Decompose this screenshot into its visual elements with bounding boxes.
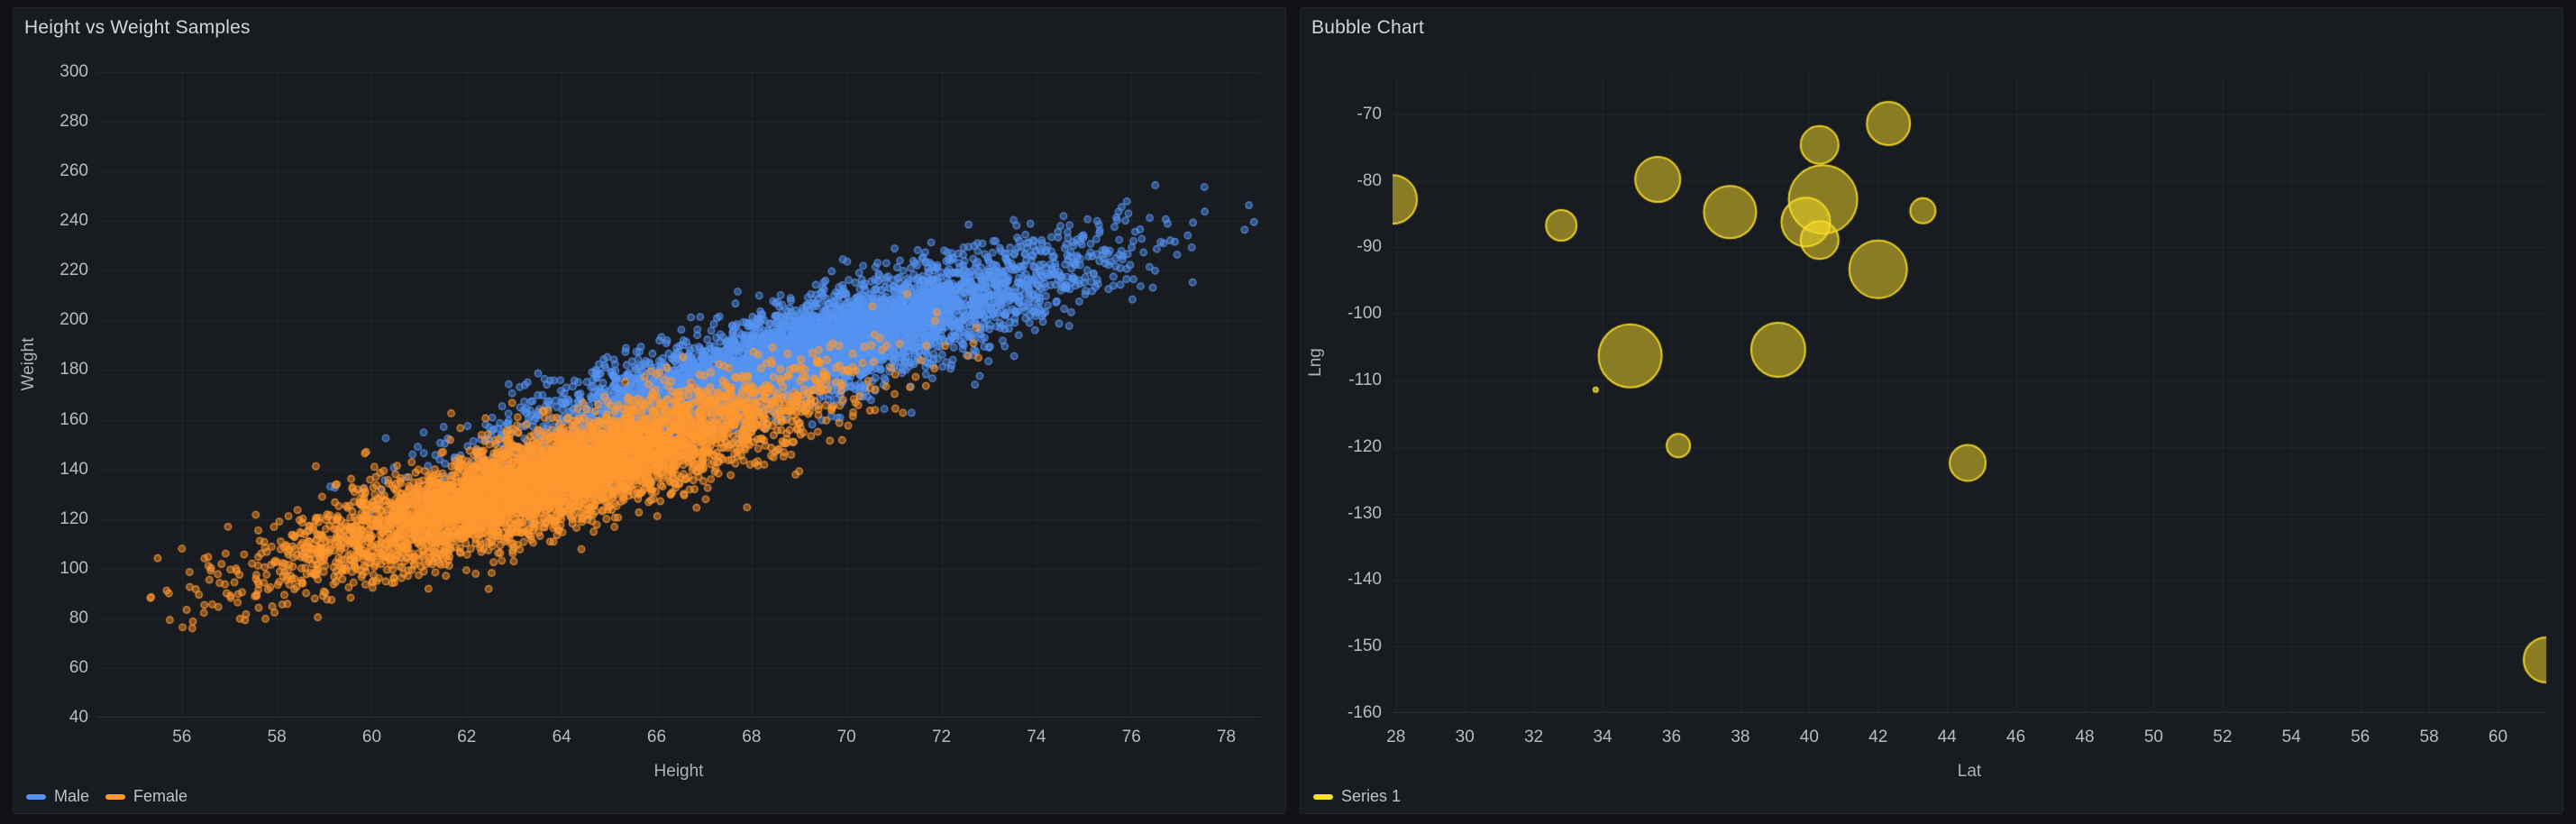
- y-tick-label: 100: [14, 559, 88, 579]
- legend-item-series1[interactable]: Series 1: [1313, 787, 1401, 806]
- x-tick-label: 40: [1800, 728, 1819, 747]
- x-tick-label: 58: [2420, 728, 2439, 747]
- x-tick-label: 64: [553, 728, 571, 747]
- x-tick-label: 38: [1731, 728, 1749, 747]
- x-tick-label: 50: [2144, 728, 2163, 747]
- panel-title: Height vs Weight Samples: [24, 17, 251, 39]
- scatter-plot-canvas[interactable]: [96, 72, 1261, 718]
- x-tick-label: 68: [742, 728, 761, 747]
- male-series-marker: [26, 794, 46, 800]
- y-tick-label: 200: [14, 310, 88, 330]
- x-tick-label: 42: [1868, 728, 1887, 747]
- y-tick-label: 160: [14, 410, 88, 430]
- x-tick-label: 56: [172, 728, 191, 747]
- x-tick-label: 70: [837, 728, 856, 747]
- x-tick-label: 28: [1386, 728, 1405, 747]
- legend-item-female[interactable]: Female: [105, 787, 187, 806]
- y-tick-label: -130: [1301, 504, 1382, 524]
- y-tick-label: 80: [14, 609, 88, 628]
- x-tick-label: 58: [268, 728, 287, 747]
- y-tick-label: 300: [14, 62, 88, 82]
- y-tick-label: -70: [1301, 105, 1382, 124]
- y-tick-label: 120: [14, 509, 88, 529]
- x-tick-label: 76: [1122, 728, 1141, 747]
- legend: Series 1: [1313, 787, 1401, 806]
- x-tick-label: 60: [2489, 728, 2507, 747]
- x-tick-label: 44: [1938, 728, 1957, 747]
- y-tick-label: 140: [14, 460, 88, 480]
- female-series-marker: [105, 794, 125, 800]
- x-tick-label: 60: [362, 728, 381, 747]
- y-tick-label: 240: [14, 211, 88, 231]
- y-tick-label: 60: [14, 658, 88, 678]
- y-tick-label: -80: [1301, 171, 1382, 191]
- series1-marker: [1313, 794, 1333, 800]
- panel-bubble-chart: Bubble Chart Lat Lng Series 1 28 30 32 34 36…: [1300, 7, 2563, 814]
- y-axis-label: Lng: [1306, 322, 1326, 403]
- legend-label: Series 1: [1341, 787, 1401, 806]
- y-tick-label: -150: [1301, 636, 1382, 656]
- y-tick-label: -140: [1301, 570, 1382, 590]
- y-tick-label: 260: [14, 161, 88, 181]
- x-tick-label: 36: [1662, 728, 1681, 747]
- y-tick-label: -160: [1301, 703, 1382, 723]
- x-tick-label: 54: [2282, 728, 2301, 747]
- dashboard: Height vs Weight Samples Height Weight M…: [0, 0, 2576, 824]
- x-tick-label: 56: [2351, 728, 2370, 747]
- y-tick-label: -100: [1301, 304, 1382, 324]
- x-tick-label: 66: [647, 728, 666, 747]
- x-tick-label: 48: [2075, 728, 2094, 747]
- y-tick-label: -90: [1301, 237, 1382, 257]
- x-axis-label: Lat: [1958, 762, 1981, 782]
- y-tick-label: -110: [1301, 371, 1382, 390]
- legend-label: Female: [133, 787, 187, 806]
- y-tick-label: 220: [14, 261, 88, 280]
- x-tick-label: 46: [2006, 728, 2025, 747]
- legend-item-male[interactable]: Male: [26, 787, 89, 806]
- x-tick-label: 62: [457, 728, 476, 747]
- y-tick-label: 40: [14, 708, 88, 728]
- x-tick-label: 32: [1524, 728, 1543, 747]
- y-tick-label: 180: [14, 360, 88, 380]
- legend: Male Female: [26, 787, 187, 806]
- y-tick-label: 280: [14, 112, 88, 132]
- x-tick-label: 74: [1027, 728, 1046, 747]
- x-tick-label: 78: [1217, 728, 1236, 747]
- x-tick-label: 72: [932, 728, 951, 747]
- x-tick-label: 34: [1593, 728, 1612, 747]
- y-tick-label: -120: [1301, 437, 1382, 457]
- x-tick-label: 52: [2213, 728, 2232, 747]
- x-axis-label: Height: [654, 762, 704, 782]
- bubble-chart-canvas[interactable]: [1393, 73, 2546, 713]
- x-tick-label: 30: [1456, 728, 1475, 747]
- legend-label: Male: [54, 787, 89, 806]
- panel-height-vs-weight: Height vs Weight Samples Height Weight M…: [13, 7, 1286, 814]
- panel-title: Bubble Chart: [1311, 17, 1424, 39]
